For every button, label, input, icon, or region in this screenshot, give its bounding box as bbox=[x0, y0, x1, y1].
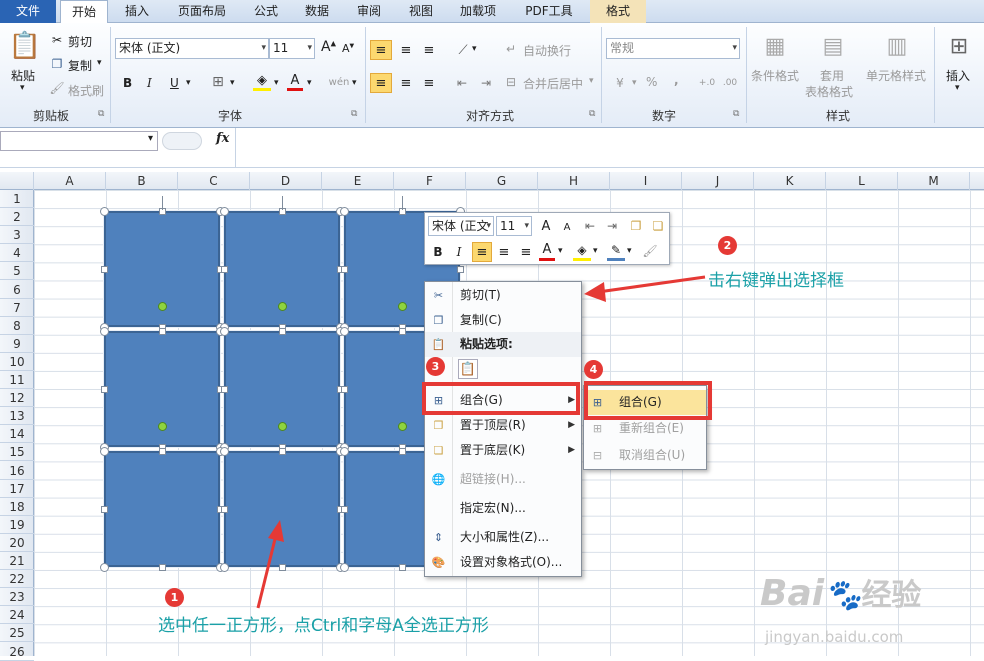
paw-icon: 🐾 bbox=[824, 578, 862, 613]
watermark-site: jingyan.baidu.com bbox=[765, 628, 904, 646]
arrow-to-shapes bbox=[256, 520, 284, 609]
watermark-suffix: 经验 bbox=[861, 578, 922, 613]
arrow-to-menu bbox=[584, 275, 706, 302]
annotation-arrows bbox=[256, 275, 706, 609]
watermark-brand: Bai🐾经验 bbox=[760, 570, 921, 614]
watermark-brand-text: Bai bbox=[760, 573, 825, 614]
